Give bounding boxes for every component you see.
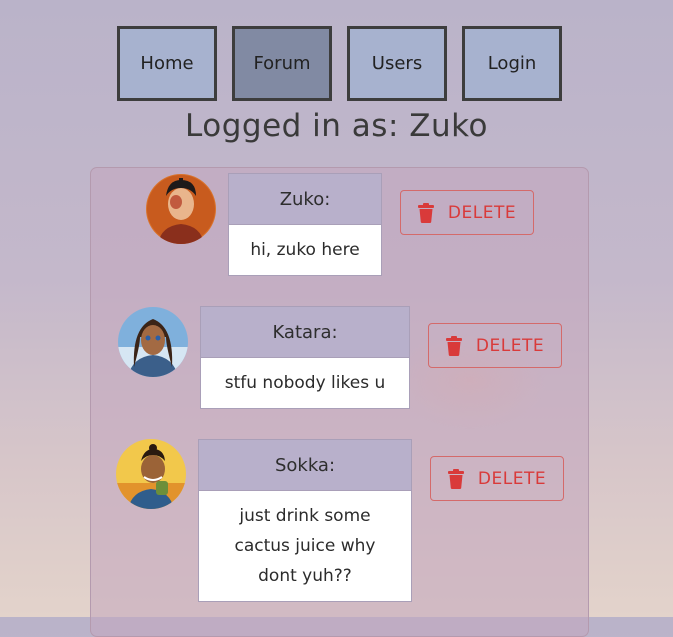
katara-avatar [118,307,188,377]
post-author: Sokka: [199,440,411,491]
delete-label: DELETE [475,335,545,356]
delete-label: DELETE [447,202,517,223]
delete-post-button[interactable]: DELETE [428,323,562,368]
post-card: Katara: stfu nobody likes u [200,306,410,409]
post-card: Sokka: just drink some cactus juice why … [198,439,412,602]
nav-home-button[interactable]: Home [117,26,217,101]
post-card: Zuko: hi, zuko here [228,173,382,276]
post-message: stfu nobody likes u [201,358,409,408]
delete-label: DELETE [477,468,547,489]
post-author: Zuko: [229,174,381,225]
delete-post-button[interactable]: DELETE [400,190,534,235]
forum-panel: Zuko: hi, zuko here DELETE Katara: stfu … [90,167,589,637]
post-author: Katara: [201,307,409,358]
main-nav: Home Forum Users Login [117,26,562,101]
zuko-avatar [146,174,216,244]
delete-post-button[interactable]: DELETE [430,456,564,501]
nav-forum-button[interactable]: Forum [232,26,332,101]
post-message: hi, zuko here [229,225,381,275]
sokka-avatar [116,439,186,509]
post-message: just drink some cactus juice why dont yu… [199,491,411,601]
trash-icon [445,335,462,356]
trash-icon [447,468,464,489]
nav-users-button[interactable]: Users [347,26,447,101]
logged-in-status: Logged in as: Zuko [185,108,488,144]
trash-icon [417,202,434,223]
nav-login-button[interactable]: Login [462,26,562,101]
